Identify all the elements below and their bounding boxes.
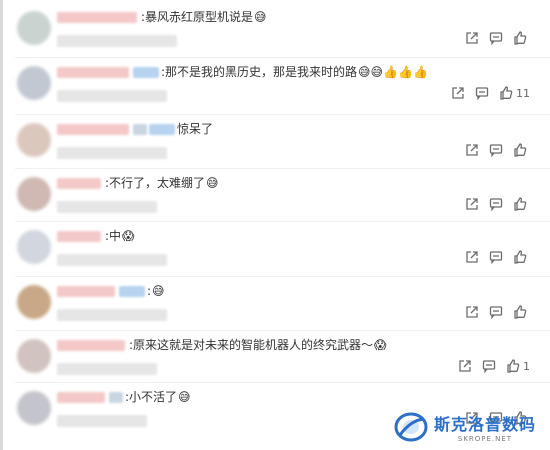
watermark-logo-icon xyxy=(392,410,430,444)
comment-content: :不行了，太难绷了 😅 xyxy=(57,175,219,191)
comment-actions: 1 xyxy=(458,359,530,373)
emoji: 😅😅👍👍👍 xyxy=(358,65,428,79)
avatar[interactable] xyxy=(17,391,51,425)
comment-content: :暴风赤红原型机说是 😅 xyxy=(57,9,267,25)
watermark-subtitle: SKROPE.NET xyxy=(457,435,513,443)
comment-icon[interactable] xyxy=(489,250,503,264)
comment-text: :中 xyxy=(105,229,122,243)
watermark-title: 斯克洛普数码 xyxy=(433,415,536,434)
comment-text: :小不活了 xyxy=(125,390,178,404)
thumbs-up-icon[interactable] xyxy=(513,197,530,211)
comment-actions xyxy=(465,143,530,157)
username[interactable] xyxy=(57,391,105,403)
comment-actions xyxy=(465,31,530,45)
divider xyxy=(15,382,550,383)
left-border xyxy=(0,0,3,450)
emoji: 😅 xyxy=(178,390,191,404)
share-icon[interactable] xyxy=(451,86,465,100)
thumbs-up-icon[interactable]: 1 xyxy=(506,359,530,373)
like-count: 1 xyxy=(523,359,530,373)
username[interactable] xyxy=(57,177,101,189)
comment-actions xyxy=(465,197,530,211)
user-badge xyxy=(149,123,175,135)
emoji: 😱 xyxy=(122,229,135,243)
share-icon[interactable] xyxy=(458,359,472,373)
comment-text: :原来这就是对未来的智能机器人的终究武器～ xyxy=(129,338,374,352)
thumbs-up-icon[interactable]: 11 xyxy=(499,86,530,100)
comment-content: :原来这就是对未来的智能机器人的终究武器～ 😱 xyxy=(57,337,387,353)
divider xyxy=(15,221,550,222)
comment-actions xyxy=(465,305,530,319)
avatar[interactable] xyxy=(17,123,51,157)
comment-meta xyxy=(57,363,157,375)
username[interactable] xyxy=(57,285,115,297)
avatar[interactable] xyxy=(17,66,51,100)
user-badge xyxy=(133,66,159,78)
comment-actions: 11 xyxy=(451,86,530,100)
comment-text: :暴风赤红原型机说是 xyxy=(141,10,254,24)
user-badge xyxy=(133,123,147,135)
comment-content: :小不活了 😅 xyxy=(57,389,191,405)
comment-text: 惊呆了 xyxy=(177,122,214,136)
comment-meta xyxy=(57,415,147,427)
thumbs-up-icon[interactable] xyxy=(513,31,530,45)
share-icon[interactable] xyxy=(465,305,479,319)
username[interactable] xyxy=(57,123,129,135)
comment-icon[interactable] xyxy=(489,143,503,157)
comment-icon[interactable] xyxy=(482,359,496,373)
divider xyxy=(15,57,550,58)
comment-meta xyxy=(57,147,167,159)
avatar[interactable] xyxy=(17,11,51,45)
comment-icon[interactable] xyxy=(489,305,503,319)
comment-content: :那不是我的黑历史，那是我来时的路 😅😅👍👍👍 xyxy=(57,64,428,80)
comment-content: :中 😱 xyxy=(57,228,135,244)
thumbs-up-icon[interactable] xyxy=(513,143,530,157)
emoji: 😱 xyxy=(374,338,387,352)
comment-meta xyxy=(57,254,167,266)
avatar[interactable] xyxy=(17,285,51,319)
comment-icon[interactable] xyxy=(475,86,489,100)
comment-content: 惊呆了 xyxy=(57,121,214,137)
comment-meta xyxy=(57,90,167,102)
thumbs-up-icon[interactable] xyxy=(513,250,530,264)
avatar[interactable] xyxy=(17,230,51,264)
username[interactable] xyxy=(57,230,101,242)
share-icon[interactable] xyxy=(465,197,479,211)
comment-text: :不行了，太难绷了 xyxy=(105,176,206,190)
share-icon[interactable] xyxy=(465,250,479,264)
comment-meta xyxy=(57,201,157,213)
comment-text: :那不是我的黑历史，那是我来时的路 xyxy=(161,65,358,79)
user-badge xyxy=(109,391,123,403)
comment-meta xyxy=(57,35,177,47)
avatar[interactable] xyxy=(17,339,51,373)
comment-icon[interactable] xyxy=(489,197,503,211)
comment-text: : xyxy=(147,284,152,298)
avatar[interactable] xyxy=(17,177,51,211)
like-count: 11 xyxy=(516,86,530,100)
share-icon[interactable] xyxy=(465,31,479,45)
emoji: 😅 xyxy=(206,176,219,190)
user-badge xyxy=(119,285,145,297)
username[interactable] xyxy=(57,66,129,78)
share-icon[interactable] xyxy=(465,143,479,157)
watermark: 斯克洛普数码 SKROPE.NET xyxy=(392,410,536,444)
divider xyxy=(15,330,550,331)
comment-actions xyxy=(465,250,530,264)
comment-content: : 😅 xyxy=(57,283,165,299)
divider xyxy=(15,276,550,277)
comment-icon[interactable] xyxy=(489,31,503,45)
comment-meta xyxy=(57,309,167,321)
thumbs-up-icon[interactable] xyxy=(513,305,530,319)
username[interactable] xyxy=(57,11,137,23)
emoji: 😅 xyxy=(254,10,267,24)
emoji: 😅 xyxy=(152,284,165,298)
username[interactable] xyxy=(57,339,125,351)
divider xyxy=(15,114,550,115)
divider xyxy=(15,168,550,169)
